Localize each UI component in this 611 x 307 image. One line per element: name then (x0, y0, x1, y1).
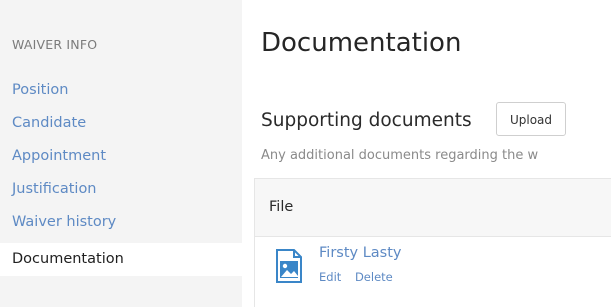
sidebar: WAIVER INFO Position Candidate Appointme… (0, 0, 242, 307)
file-name-link[interactable]: Firsty Lasty (319, 245, 402, 261)
image-file-icon[interactable] (275, 249, 303, 287)
sidebar-item-appointment[interactable]: Appointment (0, 140, 242, 173)
sidebar-heading: WAIVER INFO (12, 37, 98, 52)
sidebar-item-documentation[interactable]: Documentation (0, 243, 242, 276)
delete-link[interactable]: Delete (355, 270, 393, 284)
helper-text: Any additional documents regarding the w (261, 148, 539, 163)
page-title: Documentation (261, 28, 462, 58)
sidebar-item-candidate[interactable]: Candidate (0, 107, 242, 140)
sidebar-nav: Position Candidate Appointment Justifica… (0, 74, 242, 276)
upload-button[interactable]: Upload (496, 102, 566, 136)
documents-table: File Firsty Lasty Edit Delete (254, 178, 611, 307)
sidebar-item-justification[interactable]: Justification (0, 173, 242, 206)
table-header: File (255, 179, 611, 237)
column-header-file: File (269, 199, 294, 215)
main-content: Documentation Supporting documents Uploa… (242, 0, 611, 307)
sidebar-item-waiver-history[interactable]: Waiver history (0, 206, 242, 239)
file-actions: Edit Delete (319, 270, 403, 284)
sidebar-item-position[interactable]: Position (0, 74, 242, 107)
edit-link[interactable]: Edit (319, 270, 341, 284)
section-title: Supporting documents (261, 110, 472, 131)
table-row: Firsty Lasty Edit Delete (255, 237, 611, 307)
